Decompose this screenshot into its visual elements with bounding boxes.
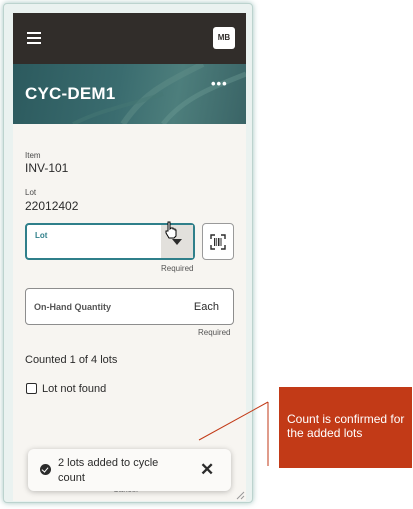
annotation-callout: Count is confirmed for the added lots (279, 387, 412, 468)
annotation-text: Count is confirmed for the added lots (287, 412, 405, 440)
